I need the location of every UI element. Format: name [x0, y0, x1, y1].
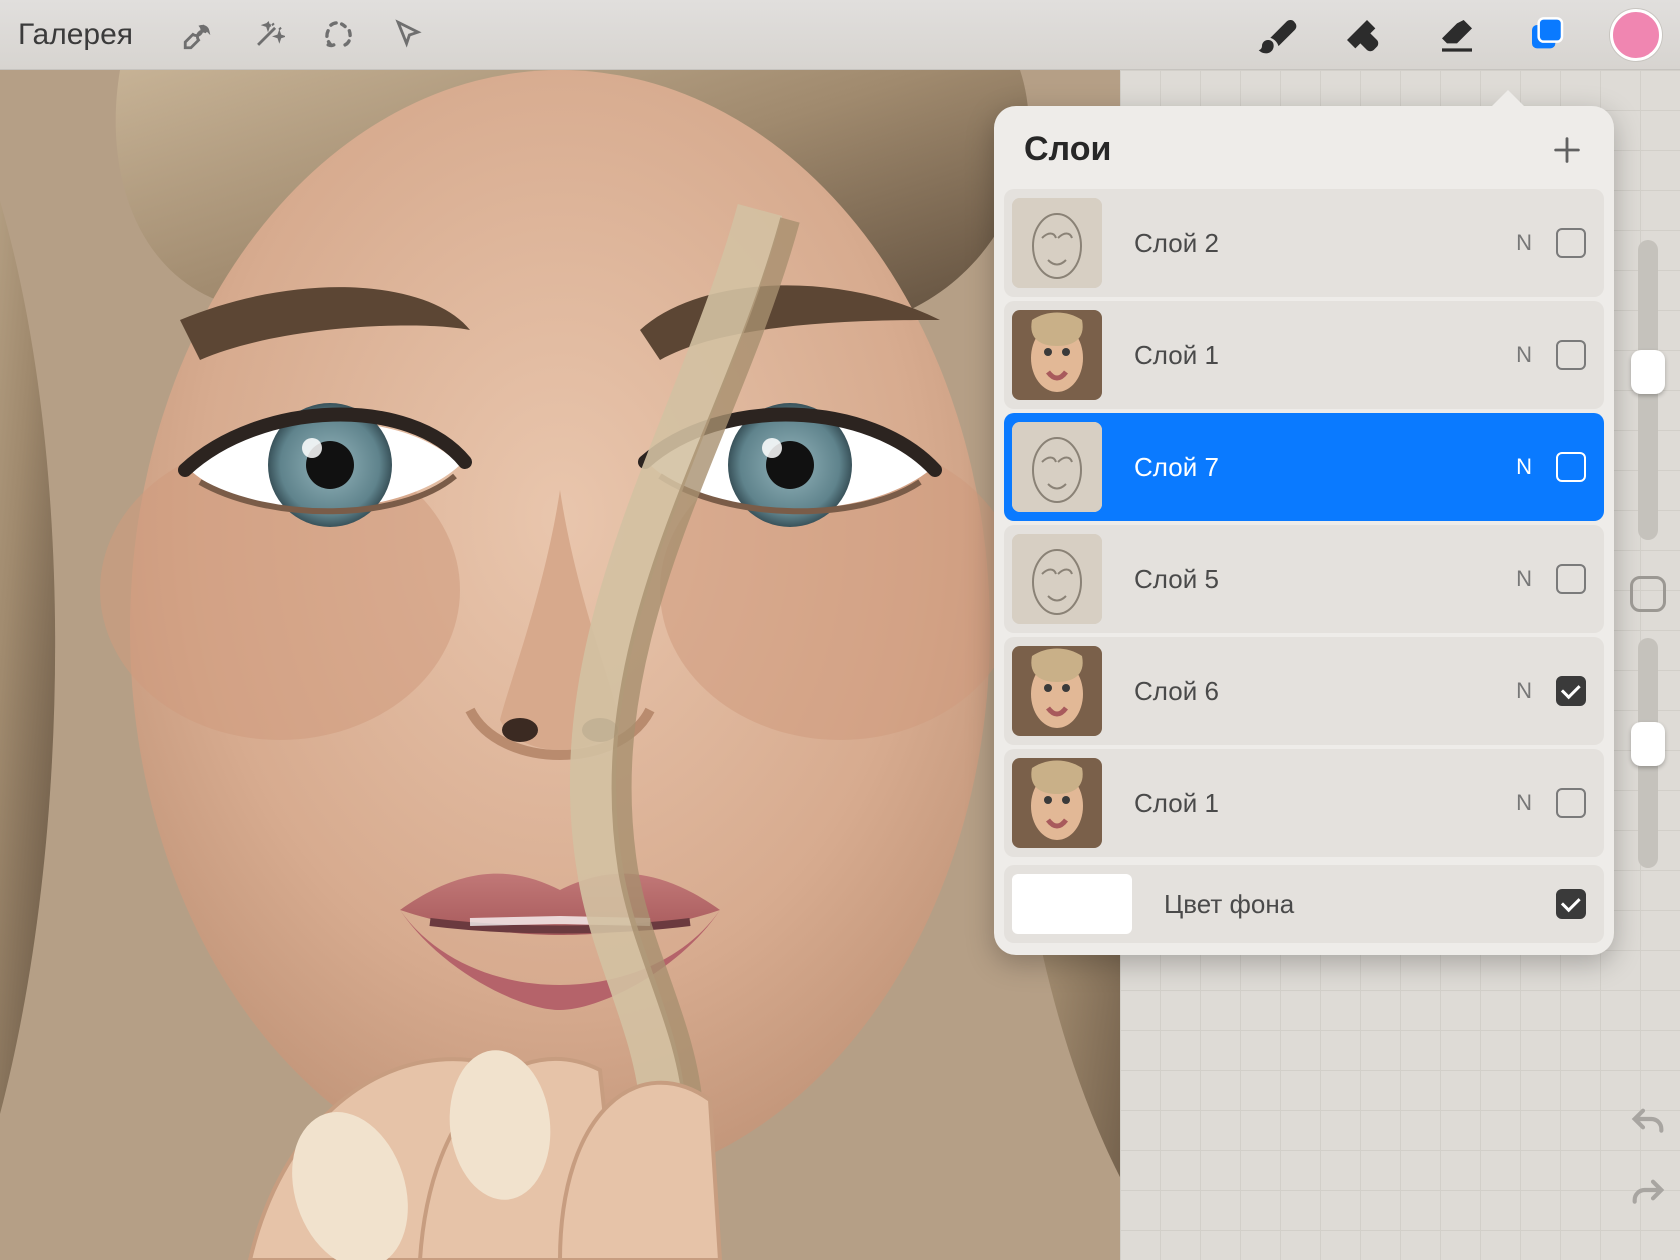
- panel-pointer: [1490, 90, 1526, 108]
- layer-name-label: Слой 1: [1134, 788, 1516, 819]
- layer-blend-mode[interactable]: N: [1516, 342, 1532, 368]
- selection-icon[interactable]: [303, 5, 373, 65]
- layer-thumbnail[interactable]: [1012, 534, 1102, 624]
- layer-name-label: Слой 2: [1134, 228, 1516, 259]
- background-name-label: Цвет фона: [1164, 889, 1556, 920]
- layer-blend-mode[interactable]: N: [1516, 566, 1532, 592]
- redo-button[interactable]: [1628, 1175, 1668, 1220]
- layers-panel-header: Слои: [994, 106, 1614, 189]
- layer-row[interactable]: Слой 2N: [1004, 189, 1604, 297]
- cursor-icon[interactable]: [373, 5, 443, 65]
- side-sliders: [1626, 240, 1670, 894]
- layer-visibility-checkbox[interactable]: [1556, 788, 1586, 818]
- layer-thumbnail[interactable]: [1012, 310, 1102, 400]
- layer-thumbnail[interactable]: [1012, 646, 1102, 736]
- layers-panel-title: Слои: [1024, 130, 1111, 169]
- layer-row[interactable]: Слой 1N: [1004, 749, 1604, 857]
- layer-row[interactable]: Слой 5N: [1004, 525, 1604, 633]
- layer-row[interactable]: Слой 1N: [1004, 301, 1604, 409]
- brush-icon[interactable]: [1232, 5, 1322, 65]
- layer-blend-mode[interactable]: N: [1516, 230, 1532, 256]
- brush-opacity-thumb[interactable]: [1631, 722, 1665, 766]
- brush-size-slider[interactable]: [1638, 240, 1658, 540]
- gallery-button[interactable]: Галерея: [18, 18, 133, 52]
- magic-wand-icon[interactable]: [233, 5, 303, 65]
- layer-visibility-checkbox[interactable]: [1556, 452, 1586, 482]
- layer-visibility-checkbox[interactable]: [1556, 228, 1586, 258]
- smudge-icon[interactable]: [1322, 5, 1412, 65]
- layer-visibility-checkbox[interactable]: [1556, 340, 1586, 370]
- brush-opacity-slider[interactable]: [1638, 638, 1658, 868]
- eraser-icon[interactable]: [1412, 5, 1502, 65]
- layer-name-label: Слой 7: [1134, 452, 1516, 483]
- layer-row[interactable]: Слой 7N: [1004, 413, 1604, 521]
- layer-thumbnail[interactable]: [1012, 422, 1102, 512]
- top-toolbar: Галерея: [0, 0, 1680, 70]
- background-layer-row[interactable]: Цвет фона: [1004, 865, 1604, 943]
- layer-name-label: Слой 6: [1134, 676, 1516, 707]
- layer-list: Слой 2NСлой 1NСлой 7NСлой 5NСлой 6NСлой …: [994, 189, 1614, 943]
- layer-visibility-checkbox[interactable]: [1556, 676, 1586, 706]
- layer-blend-mode[interactable]: N: [1516, 454, 1532, 480]
- background-thumbnail[interactable]: [1012, 874, 1132, 934]
- background-visibility-checkbox[interactable]: [1556, 889, 1586, 919]
- layer-row[interactable]: Слой 6N: [1004, 637, 1604, 745]
- layer-thumbnail[interactable]: [1012, 198, 1102, 288]
- canvas[interactable]: [0, 70, 1120, 1260]
- add-layer-button[interactable]: [1550, 133, 1584, 167]
- layer-name-label: Слой 1: [1134, 340, 1516, 371]
- undo-redo-group: [1628, 1104, 1668, 1220]
- layers-icon[interactable]: [1502, 5, 1592, 65]
- color-swatch[interactable]: [1610, 9, 1662, 61]
- wrench-icon[interactable]: [163, 5, 233, 65]
- layers-panel: Слои Слой 2NСлой 1NСлой 7NСлой 5NСлой 6N…: [994, 106, 1614, 955]
- undo-button[interactable]: [1628, 1104, 1668, 1149]
- layer-visibility-checkbox[interactable]: [1556, 564, 1586, 594]
- layer-blend-mode[interactable]: N: [1516, 790, 1532, 816]
- layer-thumbnail[interactable]: [1012, 758, 1102, 848]
- layer-blend-mode[interactable]: N: [1516, 678, 1532, 704]
- layer-name-label: Слой 5: [1134, 564, 1516, 595]
- brush-size-thumb[interactable]: [1631, 350, 1665, 394]
- modifier-button[interactable]: [1630, 576, 1666, 612]
